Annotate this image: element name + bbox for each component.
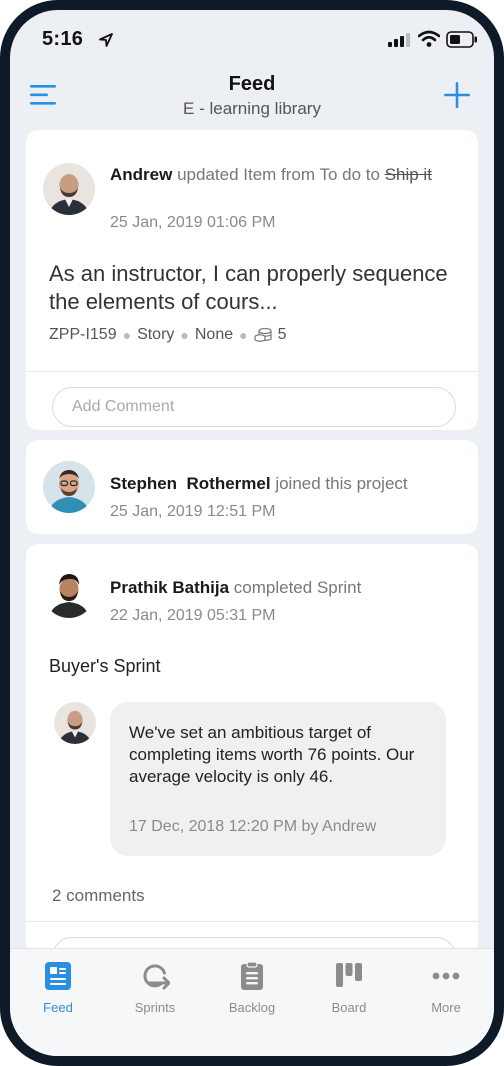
status-bar: 5:16 bbox=[10, 10, 494, 66]
more-icon bbox=[432, 972, 460, 980]
project-name[interactable]: E - learning library bbox=[10, 99, 494, 119]
tab-label: More bbox=[431, 1000, 461, 1015]
tab-label: Feed bbox=[43, 1000, 73, 1015]
activity-action: completed Sprint bbox=[233, 578, 362, 597]
status-time: 5:16 bbox=[42, 28, 84, 50]
tab-label: Board bbox=[331, 1000, 367, 1015]
activity-action: updated Item from To do to bbox=[177, 165, 380, 184]
points-icon bbox=[253, 327, 272, 342]
avatar-comment-author bbox=[54, 702, 96, 744]
tab-label: Backlog bbox=[228, 1000, 276, 1015]
user-photo-icon bbox=[54, 702, 96, 744]
avatar-prathik[interactable] bbox=[43, 566, 95, 618]
add-icon[interactable] bbox=[444, 82, 470, 108]
user-photo-icon bbox=[43, 461, 95, 513]
comment-meta: 17 Dec, 2018 12:20 PM by Andrew bbox=[129, 818, 377, 835]
sprint-name[interactable]: Buyer's Sprint bbox=[49, 656, 160, 677]
device-frame: 5:16 Feed E - learning library Andrew up… bbox=[0, 0, 504, 1066]
tab-sprints[interactable]: Sprints bbox=[107, 961, 203, 1015]
app-screen: 5:16 Feed E - learning library Andrew up… bbox=[10, 10, 494, 1056]
activity-action: joined this project bbox=[275, 474, 408, 493]
author-name[interactable]: Stephen Rothermel bbox=[110, 474, 271, 493]
activity-timestamp: 25 Jan, 2019 12:51 PM bbox=[110, 503, 276, 520]
battery-icon bbox=[446, 31, 477, 48]
page-title: Feed bbox=[228, 73, 276, 95]
activity-timestamp: 25 Jan, 2019 01:06 PM bbox=[110, 214, 276, 231]
avatar-stephen[interactable] bbox=[43, 461, 95, 513]
wifi-icon bbox=[418, 30, 440, 47]
tab-board[interactable]: Board bbox=[301, 961, 397, 1015]
separator-dot: ● bbox=[122, 327, 132, 343]
separator-dot: ● bbox=[180, 327, 189, 343]
card-divider bbox=[26, 921, 478, 922]
board-icon bbox=[336, 963, 362, 987]
item-meta: ZPP-I159 ● Story ● None ● 5 bbox=[49, 326, 287, 344]
feed-card-member-joined[interactable]: Stephen Rothermel joined this project 25… bbox=[26, 440, 478, 534]
bottom-tab-bar: Feed Sprints Backlog Board More bbox=[10, 948, 494, 1056]
separator-dot: ● bbox=[239, 327, 248, 343]
feed-card-sprint-completed[interactable]: Prathik Bathija completed Sprint 22 Jan,… bbox=[26, 544, 478, 977]
comment-bubble[interactable]: We've set an ambitious target of complet… bbox=[110, 702, 446, 856]
add-comment-input[interactable]: Add Comment bbox=[52, 387, 456, 427]
backlog-icon bbox=[241, 961, 263, 990]
author-name[interactable]: Andrew bbox=[110, 165, 172, 184]
sprints-icon bbox=[143, 964, 170, 990]
tab-more[interactable]: More bbox=[398, 961, 494, 1015]
tab-feed[interactable]: Feed bbox=[10, 961, 106, 1015]
user-photo-icon bbox=[43, 163, 95, 215]
feed-card-item-update[interactable]: Andrew updated Item from To do to Ship i… bbox=[26, 130, 478, 430]
comments-count-link[interactable]: 2 comments bbox=[52, 886, 145, 906]
story-points: 5 bbox=[277, 326, 287, 343]
author-name[interactable]: Prathik Bathija bbox=[110, 578, 229, 597]
activity-text: Andrew updated Item from To do to Ship i… bbox=[110, 163, 458, 186]
activity-text: Prathik Bathija completed Sprint bbox=[110, 576, 458, 599]
item-priority: None bbox=[194, 326, 234, 343]
user-photo-icon bbox=[43, 566, 95, 618]
activity-timestamp: 22 Jan, 2019 05:31 PM bbox=[110, 607, 276, 624]
tab-backlog[interactable]: Backlog bbox=[204, 961, 300, 1015]
cellular-signal-icon bbox=[388, 33, 410, 47]
comment-text: We've set an ambitious target of complet… bbox=[129, 723, 415, 786]
previous-status: Ship it bbox=[384, 165, 432, 184]
feed-icon bbox=[45, 962, 71, 990]
item-type: Story bbox=[137, 326, 175, 343]
location-arrow-icon bbox=[99, 33, 113, 47]
card-divider bbox=[26, 371, 478, 372]
tab-label: Sprints bbox=[134, 1000, 176, 1015]
activity-text: Stephen Rothermel joined this project bbox=[110, 472, 458, 495]
item-title[interactable]: As an instructor, I can properly sequenc… bbox=[49, 260, 449, 316]
item-id: ZPP-I159 bbox=[49, 326, 117, 343]
avatar-andrew[interactable] bbox=[43, 163, 95, 215]
